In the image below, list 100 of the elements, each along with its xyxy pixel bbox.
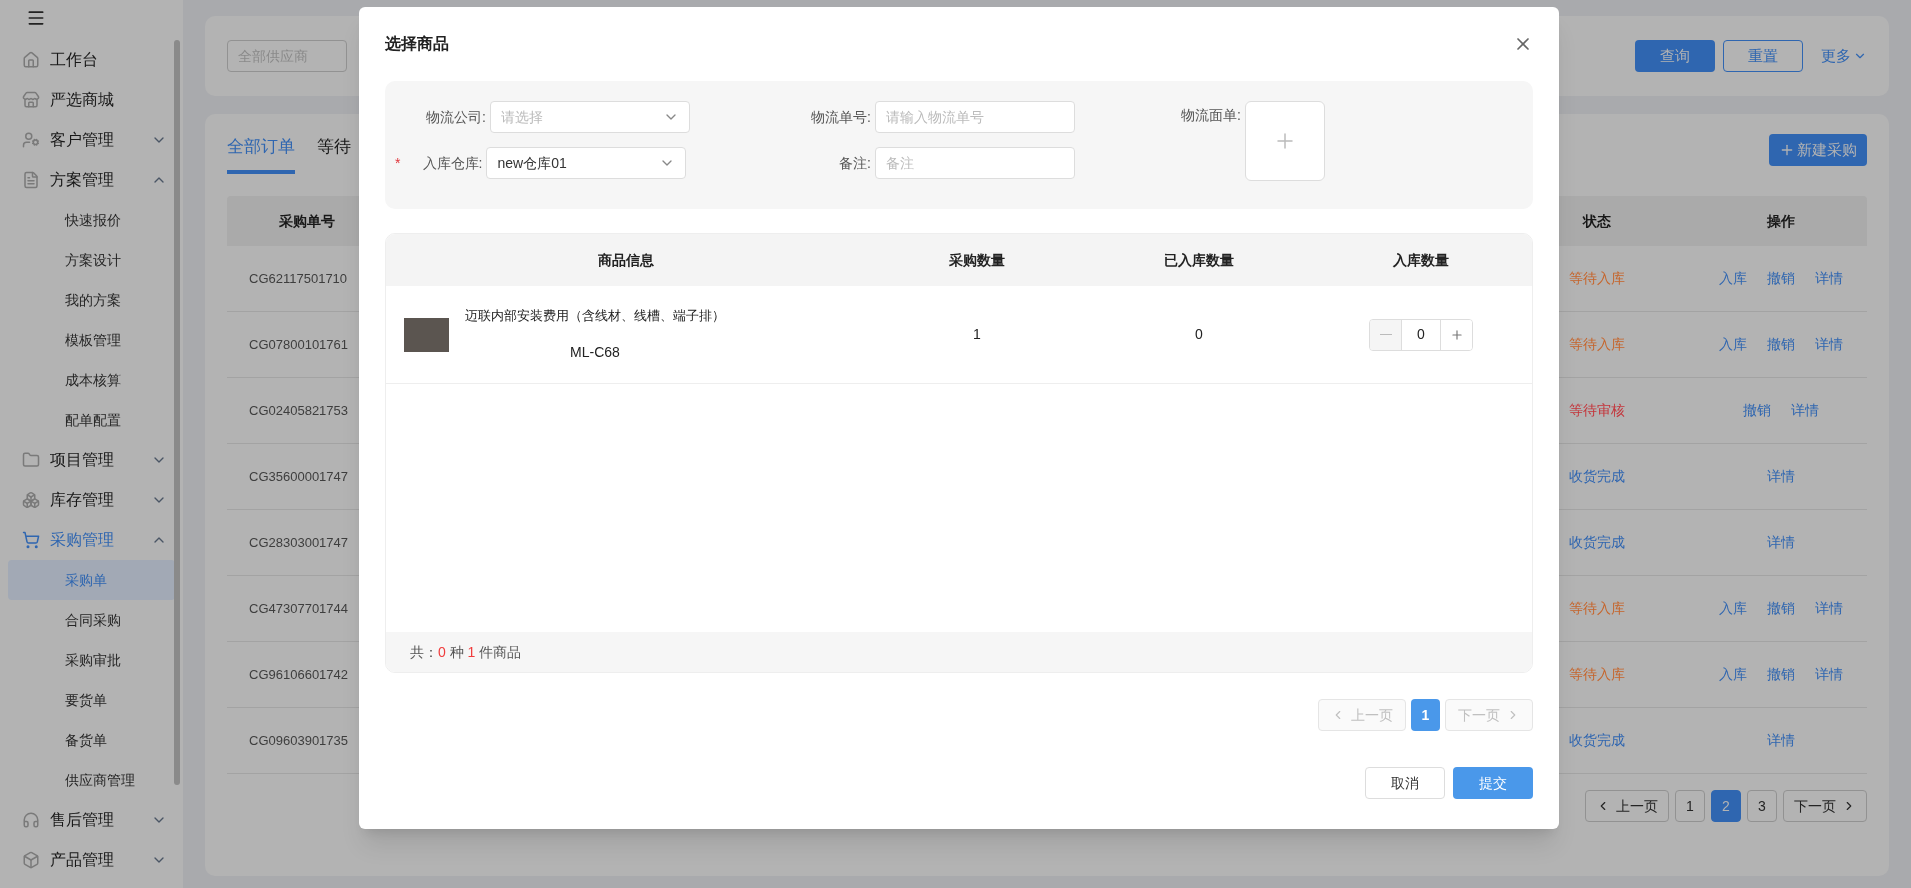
submenu-item[interactable]: 要货单 <box>8 680 175 720</box>
submenu-item[interactable]: 采购单 <box>8 560 175 600</box>
sidebar-item[interactable]: 库存管理 <box>0 480 183 520</box>
warehouse-select[interactable]: new仓库01 <box>486 147 687 179</box>
sidebar-item[interactable]: 方案管理 <box>0 160 183 200</box>
field-label: 入库仓库: <box>421 153 484 173</box>
product-code: ML-C68 <box>569 342 621 362</box>
submenu-item[interactable]: 成本核算 <box>8 360 175 400</box>
page-button[interactable]: 3 <box>1747 790 1777 822</box>
submenu-item[interactable]: 采购审批 <box>8 640 175 680</box>
action-link[interactable]: 撤销 <box>1767 268 1795 289</box>
action-link[interactable]: 详情 <box>1815 334 1843 355</box>
submenu-item[interactable]: 备货单 <box>8 720 175 760</box>
next-page-button[interactable]: 下一页 <box>1783 790 1867 822</box>
tab[interactable]: 全部订单 <box>227 134 295 174</box>
sidebar-item[interactable]: 产品管理 <box>0 840 183 880</box>
scrollbar[interactable] <box>174 40 180 785</box>
carrier-select[interactable]: 请选择 <box>490 101 690 133</box>
action-link[interactable]: 入库 <box>1719 664 1747 685</box>
reset-button[interactable]: 重置 <box>1723 40 1803 72</box>
order-number: CG35600001747 <box>248 467 350 486</box>
submenu-item[interactable]: 方案设计 <box>8 240 175 280</box>
table-cell-text: 0 <box>1194 325 1204 344</box>
status-text: 收货完成 <box>1568 731 1626 750</box>
submit-button[interactable]: 提交 <box>1453 767 1533 799</box>
product-photo-placeholder <box>404 317 449 352</box>
sidebar-item[interactable]: 客户管理 <box>0 120 183 160</box>
action-link[interactable]: 详情 <box>1815 664 1843 685</box>
order-number: CG02405821753 <box>248 401 350 420</box>
field-label: 备注: <box>838 153 872 173</box>
page-button[interactable]: 1 <box>1675 790 1705 822</box>
plus-icon <box>1779 142 1795 158</box>
action-link[interactable]: 详情 <box>1815 268 1843 289</box>
action-link[interactable]: 撤销 <box>1743 400 1771 421</box>
column-header: 已入库数量 <box>1163 250 1235 270</box>
order-number: CG62117501710 <box>248 269 349 288</box>
cancel-button[interactable]: 取消 <box>1365 767 1445 799</box>
column-header: 采购单号 <box>278 211 336 231</box>
submenu-item[interactable]: 模板管理 <box>8 320 175 360</box>
box-icon <box>22 851 40 869</box>
action-link[interactable]: 撤销 <box>1767 664 1795 685</box>
table-cell-text: 1 <box>972 325 982 344</box>
order-number: CG96106601742 <box>248 665 350 684</box>
sidebar-item[interactable]: 严选商城 <box>0 80 183 120</box>
action-link[interactable]: 详情 <box>1791 400 1819 421</box>
sidebar-item[interactable]: 售后管理 <box>0 800 183 840</box>
product-name: 迈联内部安装费用（含线材、线槽、端子排） <box>465 307 725 326</box>
tab[interactable]: 等待 <box>317 134 351 174</box>
action-link[interactable]: 撤销 <box>1767 598 1795 619</box>
action-link[interactable]: 详情 <box>1815 598 1843 619</box>
more-link[interactable]: 更多 <box>1821 44 1867 68</box>
status-text: 收货完成 <box>1568 533 1626 552</box>
submenu-item[interactable]: 配单配置 <box>8 400 175 440</box>
headset-icon <box>22 811 40 829</box>
action-link[interactable]: 入库 <box>1719 334 1747 355</box>
decrement-button[interactable] <box>1370 319 1401 350</box>
order-number: CG28303001747 <box>248 533 350 552</box>
upload-button[interactable] <box>1245 101 1325 181</box>
order-number: CG47307701744 <box>248 599 350 618</box>
cart-icon <box>22 531 40 549</box>
home-icon <box>22 51 40 69</box>
column-header: 状态 <box>1581 211 1612 231</box>
page-button[interactable]: 1 <box>1411 699 1440 731</box>
new-purchase-button[interactable]: 新建采购 <box>1769 134 1867 166</box>
order-number: CG07800101761 <box>248 335 350 354</box>
sidebar-item[interactable]: 工作台 <box>0 40 183 80</box>
summary-text: 共：0 种 1 件商品 <box>410 642 522 662</box>
order-number: CG09603901735 <box>248 731 350 750</box>
field-label: 物流单号: <box>810 107 872 127</box>
store-icon <box>22 91 40 109</box>
plus-icon <box>1449 327 1464 342</box>
remark-input[interactable]: 备注 <box>875 147 1075 179</box>
sidebar-item[interactable]: 采购管理 <box>0 520 183 560</box>
submenu-item[interactable]: 快速报价 <box>8 200 175 240</box>
action-link[interactable]: 入库 <box>1719 598 1747 619</box>
status-text: 收货完成 <box>1568 467 1626 486</box>
required-mark: * <box>395 153 401 173</box>
action-link[interactable]: 撤销 <box>1767 334 1795 355</box>
status-text: 等待入库 <box>1568 269 1626 288</box>
action-link[interactable]: 详情 <box>1767 466 1795 487</box>
submenu-item[interactable]: 我的方案 <box>8 280 175 320</box>
page-button[interactable]: 2 <box>1711 790 1741 822</box>
action-link[interactable]: 详情 <box>1767 730 1795 751</box>
column-header: 操作 <box>1766 211 1796 231</box>
boxes-icon <box>22 491 40 509</box>
submenu-item[interactable]: 合同采购 <box>8 600 175 640</box>
prev-page-button[interactable]: 上一页 <box>1585 790 1669 822</box>
minus-icon <box>1379 333 1392 336</box>
dialog-title: 选择商品 <box>385 34 450 54</box>
sidebar-item[interactable]: 项目管理 <box>0 440 183 480</box>
action-link[interactable]: 入库 <box>1719 268 1747 289</box>
tracking-number-input[interactable]: 请输入物流单号 <box>875 101 1075 133</box>
menu-icon[interactable] <box>26 8 46 28</box>
column-header: 入库数量 <box>1392 250 1450 270</box>
status-text: 等待入库 <box>1568 599 1626 618</box>
query-button[interactable]: 查询 <box>1635 40 1715 72</box>
user-icon <box>22 131 40 149</box>
submenu-item[interactable]: 供应商管理 <box>8 760 175 800</box>
action-link[interactable]: 详情 <box>1767 532 1795 553</box>
column-header: 采购数量 <box>948 250 1006 270</box>
